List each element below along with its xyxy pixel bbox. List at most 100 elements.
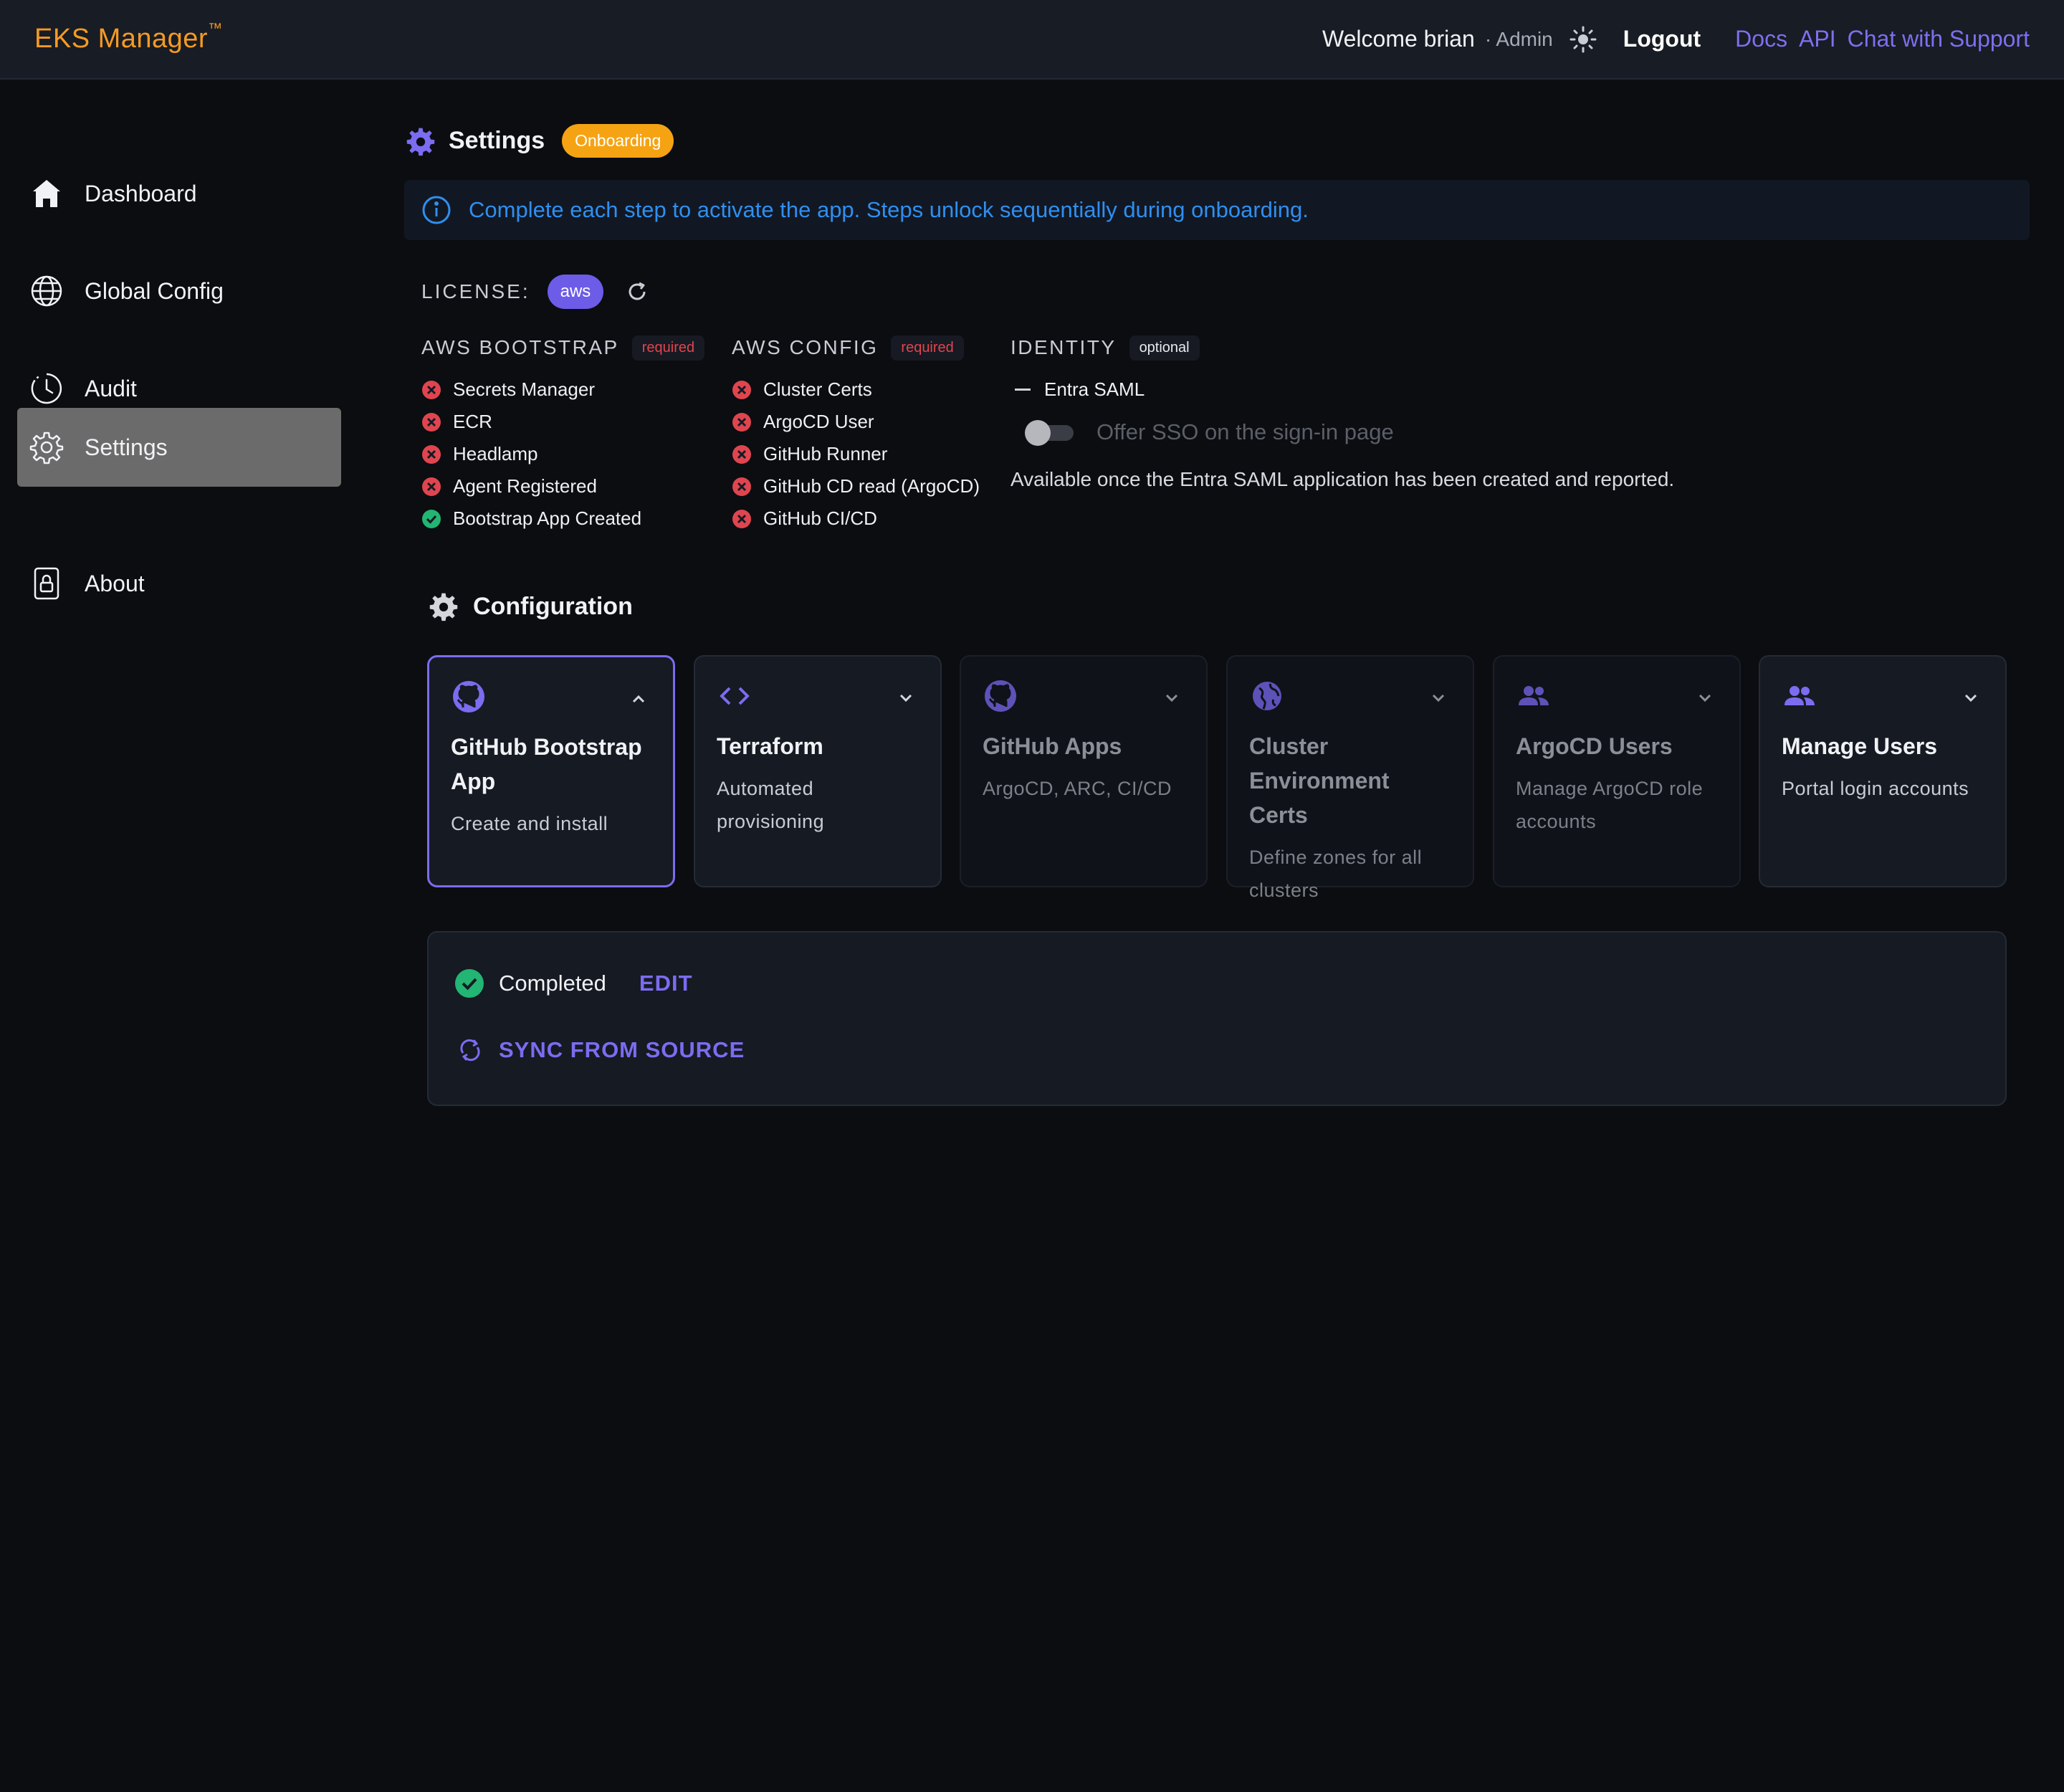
refresh-icon[interactable] <box>625 280 649 304</box>
sidebar-item-settings[interactable]: Settings <box>17 408 341 487</box>
section-title: IDENTITY <box>1010 336 1117 358</box>
list-item: Secrets Manager <box>421 373 704 406</box>
chevron-down-icon <box>1964 694 1977 702</box>
card-argocd-users[interactable]: ArgoCD Users Manage ArgoCD role accounts <box>1493 655 1741 887</box>
sun-icon[interactable] <box>1569 25 1597 54</box>
github-icon <box>453 681 484 712</box>
brand-trademark: ™ <box>208 21 223 37</box>
docs-link[interactable]: Docs <box>1735 26 1787 52</box>
sidebar-item-label: Audit <box>85 375 137 401</box>
page-title: Settings Onboarding <box>406 124 674 158</box>
top-bar: EKS Manager™ Welcome brian · Admin Logou… <box>0 0 2064 80</box>
user-role: · Admin <box>1484 27 1553 50</box>
globe-icon <box>29 273 64 309</box>
sidebar-item-label: Settings <box>85 434 168 460</box>
chat-support-link[interactable]: Chat with Support <box>1848 26 2030 52</box>
sidebar-item-global-config[interactable]: Global Config <box>17 252 341 330</box>
requirement-label: Bootstrap App Created <box>453 507 642 529</box>
optional-tag: optional <box>1129 335 1200 361</box>
list-item: ECR <box>421 406 704 438</box>
requirement-label: Cluster Certs <box>763 378 872 400</box>
section-header: IDENTITY optional <box>1010 335 1942 361</box>
card-title: ArgoCD Users <box>1516 733 1673 759</box>
requirement-label: GitHub CI/CD <box>763 507 877 529</box>
requirement-label: GitHub Runner <box>763 443 888 464</box>
chevron-up-icon <box>632 695 645 703</box>
error-icon <box>732 444 751 464</box>
requirement-label: Agent Registered <box>453 475 597 497</box>
requirement-list: Secrets Manager ECR Headlamp Agent Regis… <box>421 373 704 535</box>
users-icon <box>1784 686 1815 705</box>
requirement-label: ECR <box>453 411 492 432</box>
step-status-panel: Completed EDIT SYNC FROM SOURCE <box>427 931 2007 1106</box>
sync-from-source-button[interactable]: SYNC FROM SOURCE <box>457 1037 745 1063</box>
card-cluster-environment-certs[interactable]: Cluster Environment Certs Define zones f… <box>1226 655 1474 901</box>
sso-toggle[interactable] <box>1025 420 1076 446</box>
home-icon <box>29 176 64 211</box>
logout-button[interactable]: Logout <box>1623 26 1701 52</box>
lock-icon <box>29 566 64 601</box>
page-title-text: Settings <box>449 127 545 154</box>
list-item: ArgoCD User <box>732 406 980 438</box>
card-title: GitHub Bootstrap App <box>451 734 642 794</box>
check-circle-icon <box>422 509 441 528</box>
card-github-bootstrap-app[interactable]: GitHub Bootstrap App Create and install <box>427 655 675 887</box>
brand-logo[interactable]: EKS Manager™ <box>34 21 223 54</box>
configuration-title: Configuration <box>473 592 633 620</box>
edit-button[interactable]: EDIT <box>639 971 693 996</box>
aws-bootstrap-section: AWS BOOTSTRAP required Secrets Manager E… <box>421 335 705 535</box>
status-label: Completed <box>499 971 606 996</box>
sidebar-item-about[interactable]: About <box>17 544 341 623</box>
toggle-knob <box>1025 420 1051 446</box>
code-icon <box>720 687 750 705</box>
card-subtitle: Automated provisioning <box>717 778 825 832</box>
chevron-down-icon <box>899 694 912 702</box>
card-terraform[interactable]: Terraform Automated provisioning <box>694 655 942 887</box>
requirement-label: Entra SAML <box>1044 378 1145 400</box>
license-badge: aws <box>547 275 604 309</box>
api-link[interactable]: API <box>1799 26 1836 52</box>
onboarding-badge: Onboarding <box>562 124 674 158</box>
aws-config-section: AWS CONFIG required Cluster Certs ArgoCD… <box>732 335 980 535</box>
card-title: Terraform <box>717 733 823 759</box>
sidebar-item-dashboard[interactable]: Dashboard <box>17 154 341 233</box>
chevron-down-icon <box>1698 694 1711 702</box>
sidebar-item-label: About <box>85 570 145 596</box>
dash-icon <box>1015 389 1031 391</box>
globe-icon <box>1253 682 1281 710</box>
list-item: Cluster Certs <box>732 373 980 406</box>
info-banner-text: Complete each step to activate the app. … <box>469 197 1309 222</box>
card-subtitle: ArgoCD, ARC, CI/CD <box>983 778 1172 799</box>
card-manage-users[interactable]: Manage Users Portal login accounts <box>1759 655 2007 887</box>
card-subtitle: Create and install <box>451 813 608 834</box>
check-circle-icon <box>455 969 484 998</box>
sso-note: Available once the Entra SAML applicatio… <box>1010 468 1675 490</box>
gear-icon <box>429 593 458 621</box>
required-tag: required <box>891 335 964 361</box>
welcome-text: Welcome brian <box>1322 26 1475 52</box>
list-item: GitHub Runner <box>732 438 980 470</box>
section-header: AWS CONFIG required <box>732 335 980 361</box>
card-github-apps[interactable]: GitHub Apps ArgoCD, ARC, CI/CD <box>960 655 1208 887</box>
error-icon <box>732 412 751 432</box>
license-label: LICENSE: <box>421 280 530 302</box>
top-bar-right: Welcome brian · Admin Logout Docs API Ch… <box>1322 25 2030 54</box>
brand-name: EKS Manager <box>34 24 209 54</box>
section-header: AWS BOOTSTRAP required <box>421 335 705 361</box>
requirement-list: Entra SAML <box>1010 373 1942 406</box>
list-item: Agent Registered <box>421 470 704 502</box>
sync-icon <box>460 1039 480 1062</box>
card-title: Cluster Environment Certs <box>1249 733 1390 828</box>
main-content: Settings Onboarding Complete each step t… <box>357 80 2064 1792</box>
card-subtitle: Manage ArgoCD role accounts <box>1516 778 1704 832</box>
list-item: GitHub CD read (ArgoCD) <box>732 470 980 502</box>
list-item: Headlamp <box>421 438 704 470</box>
error-icon <box>422 444 441 464</box>
requirement-list: Cluster Certs ArgoCD User GitHub Runner … <box>732 373 980 535</box>
sidebar-item-label: Dashboard <box>85 180 197 206</box>
info-icon <box>422 196 451 224</box>
section-title: AWS BOOTSTRAP <box>421 336 619 358</box>
sidebar-item-label: Global Config <box>85 277 224 304</box>
sidebar: Dashboard Global Config Audit Settings A… <box>0 80 357 1792</box>
users-icon <box>1519 686 1549 705</box>
